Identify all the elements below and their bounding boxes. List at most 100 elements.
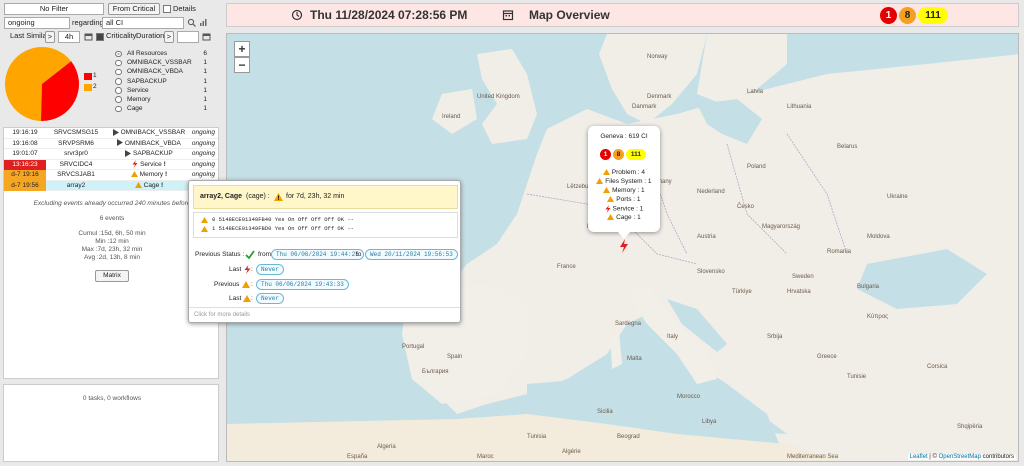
tooltip-duration: for 7d, 23h, 32 min [286,193,345,200]
map-label: Beograd [617,434,640,440]
last-similar-operator-button[interactable]: > [45,31,55,43]
from-critical-button[interactable]: From Critical [108,3,160,15]
resource-radio[interactable] [115,50,122,57]
popup-badge-major[interactable]: 8 [613,149,624,160]
popup-badge-warning[interactable]: 111 [626,149,646,160]
popup-category-text: Files System : 1 [605,178,652,185]
resource-list: All Resources 6 OMNIBACK_VSSBAR 1 OMNIBACK_V… [112,49,212,123]
event-name: Service [140,160,162,168]
resource-item[interactable]: Service 1 [112,86,212,95]
resource-name: SAPBACKUP [127,77,167,85]
map-label: Κύπρος [867,314,889,320]
resource-radio[interactable] [115,68,122,76]
resource-radio[interactable] [115,96,122,103]
resource-item[interactable]: Cage 1 [112,104,212,113]
warning-icon [201,217,208,223]
map-label: Libya [702,419,717,425]
resource-item[interactable]: OMNIBACK_VBDA 1 [112,67,212,76]
last-warn-pill[interactable]: Never [256,293,285,304]
event-host: SRVCIDC4 [59,160,93,168]
criticality-pie-chart[interactable] [4,46,80,122]
badge-warning-count[interactable]: 111 [918,7,948,24]
popup-category-line: Files System : 1 [588,178,660,186]
resource-count: 6 [203,50,207,57]
criticality-checkbox[interactable] [96,33,104,41]
openstreetmap-link[interactable]: OpenStreetMap [939,454,981,460]
map-label: United Kingdom [477,94,520,100]
check-icon [245,250,255,259]
popup-category-line: Ports : 1 [588,196,660,204]
event-row[interactable]: 13:16:23 SRVCIDC4 Service ! ongoing [4,159,218,171]
details-checkbox[interactable] [163,5,171,13]
geneva-marker-bolt-icon[interactable] [619,239,629,253]
map-label: Srbija [767,334,783,340]
event-status: ongoing [191,139,215,147]
calendar-icon[interactable] [202,32,211,41]
badge-major-count[interactable]: 8 [899,7,916,24]
filter-select[interactable]: No Filter [4,3,104,15]
chart-icon[interactable] [199,18,208,27]
event-status: ongoing [191,171,215,178]
zoom-out-button[interactable]: − [234,57,250,73]
from-date-pill[interactable]: Thu 06/06/2024 19:44:25 [271,249,364,260]
resource-radio[interactable] [115,105,122,113]
last-similar-hours-input[interactable]: 4h [58,31,80,43]
event-host: SRVPSRM6 [58,139,94,147]
calendar-icon[interactable] [502,9,514,21]
leaflet-link[interactable]: Leaflet [910,454,928,460]
event-row[interactable]: 19:16:08 SRVPSRM6 OMNIBACK_VBDA ongoing [4,139,218,149]
last-bolt-pill[interactable]: Never [256,264,285,275]
event-row[interactable]: 19:16:19 SRVCSMSG15 OMNIBACK_VSSBAR ongoin… [4,128,218,139]
popup-badge-critical[interactable]: 1 [600,149,611,160]
map-label: Ukraine [887,194,908,200]
matrix-button[interactable]: Matrix [95,270,129,282]
geneva-popup[interactable]: Geneva : 619 CI 1 8 111 Problem : 4 File… [588,126,660,239]
map-label: Italy [667,334,679,340]
zoom-in-button[interactable]: + [234,41,250,57]
resource-count: 1 [203,86,207,94]
event-time: 19:16:08 [12,139,38,147]
badge-critical-count[interactable]: 1 [880,7,897,24]
search-icon[interactable] [187,18,196,27]
resource-radio[interactable] [115,78,122,85]
map-label: Greece [817,354,837,360]
warning-icon [201,226,208,232]
last-label: Last [229,266,242,273]
state-select[interactable]: ongoing [4,17,70,29]
map-label: Česko [737,204,755,210]
map-label: Spain [447,354,463,360]
duration-operator-button[interactable]: > [164,31,174,43]
map-label: Ireland [442,114,461,120]
resource-item[interactable]: Memory 1 [112,95,212,104]
event-row[interactable]: d-7 19:16 SRVCSJAB1 Memory ! ongoing [4,170,218,181]
resource-radio[interactable] [115,59,122,67]
map-label: Portugal [402,344,425,350]
event-row[interactable]: 19:01:07 srvr3pr0 SAPBACKUP ongoing [4,149,218,160]
map-label: Slovensko [697,269,725,275]
resource-radio[interactable] [115,87,122,94]
resource-item[interactable]: OMNIBACK_VSSBAR 1 [112,58,212,67]
to-date-pill[interactable]: Wed 20/11/2024 19:56:53 [365,249,458,260]
play-icon [125,149,132,157]
ci-select[interactable]: all CI [102,17,184,29]
popup-category-text: Memory : 1 [612,187,645,194]
previous-date-pill[interactable]: Thu 06/06/2024 19:43:33 [256,279,349,290]
event-name-cell: Cage ! [106,181,192,192]
event-tooltip[interactable]: array2, Cage (cage) : for 7d, 23h, 32 mi… [188,180,461,323]
legend-swatch-1 [84,73,92,80]
event-name: SAPBACKUP [133,150,173,157]
map-label: Algeria [377,444,396,450]
resource-item[interactable]: SAPBACKUP 1 [112,77,212,86]
duration-input[interactable] [177,31,199,43]
event-host: SRVCSMSG15 [53,129,99,136]
previous-label: Previous [214,281,240,288]
event-name: Cage [143,181,160,189]
event-name-cell: Service ! [106,159,192,171]
event-row[interactable]: d-7 19:56array2 Cage !ongoing [4,180,218,192]
event-name: Memory [139,171,164,178]
regarding-label: regarding [72,18,104,27]
history-icon[interactable] [291,9,303,21]
more-details-link[interactable]: Click for more details [194,310,250,321]
resource-item[interactable]: All Resources 6 [112,49,212,58]
calendar-icon[interactable] [84,32,93,41]
